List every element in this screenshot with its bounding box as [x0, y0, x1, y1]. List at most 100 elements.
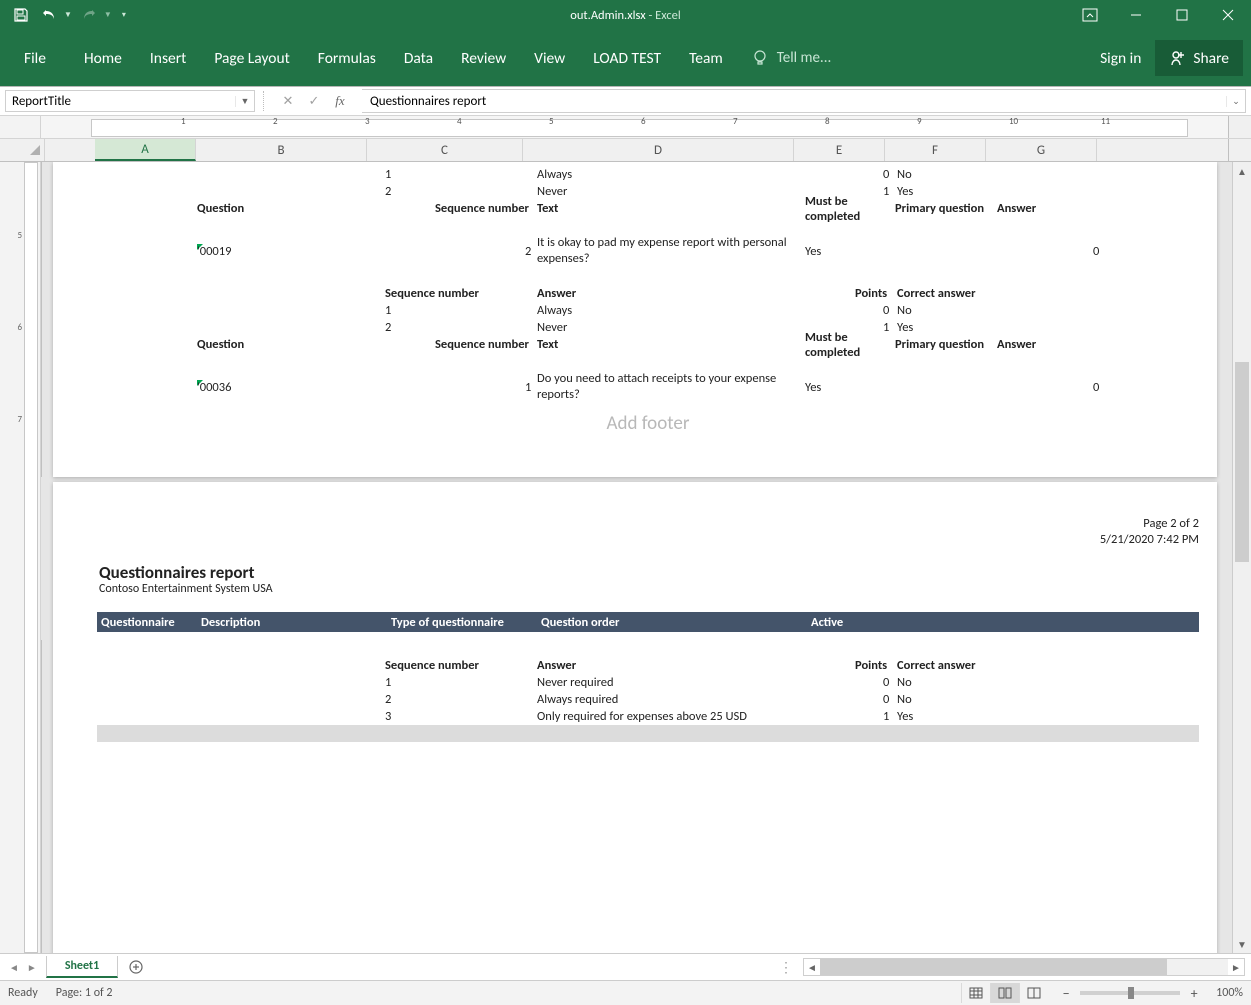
- sign-in-button[interactable]: Sign in: [1086, 49, 1155, 68]
- share-button[interactable]: Share: [1155, 40, 1243, 76]
- sheet-tab-active[interactable]: Sheet1: [46, 956, 118, 978]
- zoom-controls: − + 100%: [1058, 985, 1243, 1002]
- tell-me-search[interactable]: Tell me...: [751, 49, 832, 67]
- minimize-button[interactable]: [1113, 0, 1159, 30]
- zoom-percent[interactable]: 100%: [1216, 986, 1243, 1000]
- scroll-thumb[interactable]: [1235, 362, 1249, 562]
- worksheet-canvas[interactable]: 19 20 21 22 23 24 25 26 27 28 1 Always: [41, 162, 1251, 953]
- first-sheet-button[interactable]: ◄: [6, 959, 22, 976]
- sheet-nav-buttons[interactable]: ◄ ►: [0, 959, 46, 976]
- header-label: Sequence number: [385, 658, 479, 673]
- column-header-c[interactable]: C: [367, 139, 523, 161]
- qat-customize-caret[interactable]: ▾: [122, 10, 126, 20]
- column-header-b[interactable]: B: [196, 139, 367, 161]
- name-box-input[interactable]: [6, 94, 235, 109]
- scroll-down-button[interactable]: ▼: [1233, 935, 1251, 953]
- horizontal-scrollbar[interactable]: ◄ ►: [803, 958, 1245, 976]
- header-label: Sequence number: [435, 337, 529, 352]
- vertical-ruler[interactable]: 5 6 7: [0, 162, 41, 953]
- column-header-f[interactable]: F: [885, 139, 986, 161]
- tab-formulas[interactable]: Formulas: [304, 30, 390, 86]
- enter-formula-button[interactable]: ✓: [306, 94, 322, 109]
- normal-view-button[interactable]: [961, 983, 990, 1003]
- col-header: Questionnaire: [97, 615, 201, 630]
- zoom-slider-thumb[interactable]: [1128, 987, 1134, 999]
- page-layout-view-button[interactable]: [990, 983, 1019, 1003]
- cell-value: Always: [537, 303, 572, 318]
- tab-review[interactable]: Review: [447, 30, 520, 86]
- expand-formula-bar-button[interactable]: ⌄: [1226, 96, 1245, 107]
- col-header: Type of questionnaire: [391, 615, 541, 630]
- name-box-dropdown[interactable]: ▼: [235, 96, 254, 107]
- undo-button[interactable]: [38, 4, 60, 26]
- zoom-out-button[interactable]: −: [1058, 985, 1074, 1002]
- cell-value: Never required: [537, 675, 614, 690]
- page-number-text: Page 2 of 2: [1143, 516, 1199, 531]
- scroll-left-button[interactable]: ◄: [804, 961, 820, 974]
- cell-value: Yes: [897, 184, 913, 199]
- col-header: Question order: [541, 615, 811, 630]
- page-timestamp: 5/21/2020 7:42 PM: [1100, 532, 1199, 547]
- tab-data[interactable]: Data: [390, 30, 447, 86]
- minimize-icon: [1129, 8, 1143, 22]
- close-button[interactable]: [1205, 0, 1251, 30]
- share-label: Share: [1193, 49, 1229, 68]
- last-sheet-button[interactable]: ►: [24, 959, 40, 976]
- vertical-scrollbar[interactable]: ▲ ▼: [1232, 162, 1251, 953]
- column-header-g[interactable]: G: [986, 139, 1097, 161]
- title-bar: ▼ ▼ ▾ out.Admin.xlsx - Excel: [0, 0, 1251, 30]
- quick-access-toolbar: ▼ ▼ ▾: [0, 4, 126, 26]
- redo-dropdown-caret[interactable]: ▼: [104, 10, 112, 20]
- cell-value: It is okay to pad my expense report with…: [537, 235, 787, 267]
- cell-value: 0: [883, 303, 889, 318]
- tab-load-test[interactable]: LOAD TEST: [579, 30, 675, 86]
- cell-value: 00019: [200, 244, 232, 259]
- scroll-right-button[interactable]: ►: [1228, 961, 1244, 974]
- tab-split-handle[interactable]: ⋮: [775, 959, 797, 976]
- cell-value: 2: [385, 184, 391, 199]
- column-header-d[interactable]: D: [523, 139, 794, 161]
- formula-input[interactable]: [362, 94, 1226, 109]
- tab-insert[interactable]: Insert: [136, 30, 200, 86]
- header-label: Sequence number: [385, 286, 479, 301]
- horizontal-ruler[interactable]: 1 2 3 4 5 6 7 8 9 10 11: [0, 116, 1251, 139]
- column-header-a[interactable]: A: [95, 139, 196, 161]
- col-header: Description: [201, 615, 391, 630]
- ribbon-options-icon: [1082, 8, 1098, 22]
- header-label: Text: [537, 201, 558, 216]
- header-label: Sequence number: [435, 201, 529, 216]
- header-label: Points: [855, 286, 887, 301]
- save-button[interactable]: [10, 4, 32, 26]
- header-label: Question: [197, 201, 244, 216]
- cancel-formula-button[interactable]: ✕: [280, 94, 296, 109]
- tab-team[interactable]: Team: [675, 30, 737, 86]
- redo-button[interactable]: [78, 4, 100, 26]
- tab-home[interactable]: Home: [70, 30, 136, 86]
- zoom-in-button[interactable]: +: [1186, 985, 1202, 1002]
- insert-function-button[interactable]: fx: [332, 93, 348, 109]
- undo-dropdown-caret[interactable]: ▼: [64, 10, 72, 20]
- name-box[interactable]: ▼: [5, 90, 255, 112]
- tab-view[interactable]: View: [520, 30, 579, 86]
- page-break-preview-button[interactable]: [1019, 983, 1048, 1003]
- header-label: Must be completed: [805, 194, 885, 224]
- cell-value: 0: [883, 675, 889, 690]
- header-label: Answer: [997, 201, 1036, 216]
- maximize-button[interactable]: [1159, 0, 1205, 30]
- ribbon-display-options-button[interactable]: [1067, 0, 1113, 30]
- cell-value: 1: [385, 167, 391, 182]
- cell-value: Always: [537, 167, 572, 182]
- zoom-slider[interactable]: [1080, 991, 1180, 995]
- column-header-e[interactable]: E: [794, 139, 885, 161]
- new-sheet-button[interactable]: [124, 955, 148, 979]
- formula-input-wrap: ⌄: [362, 89, 1246, 113]
- cell-value: 0: [883, 167, 889, 182]
- hscroll-thumb[interactable]: [820, 959, 1167, 975]
- scroll-up-button[interactable]: ▲: [1233, 162, 1251, 180]
- cell-value: Only required for expenses above 25 USD: [537, 709, 747, 724]
- file-tab[interactable]: File: [8, 30, 62, 86]
- header-label: Primary question: [895, 201, 984, 216]
- page-footer-placeholder[interactable]: Add footer: [97, 412, 1199, 435]
- tab-page-layout[interactable]: Page Layout: [200, 30, 303, 86]
- select-all-button[interactable]: [0, 139, 45, 161]
